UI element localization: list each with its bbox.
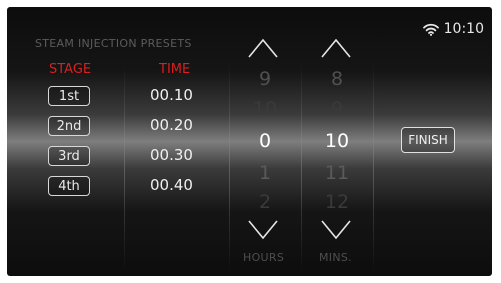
stage-button-3rd[interactable]: 3rd bbox=[48, 146, 90, 166]
column-divider bbox=[124, 62, 125, 272]
mins-value-selected[interactable]: 10 bbox=[317, 130, 357, 152]
finish-button[interactable]: FINISH bbox=[401, 127, 455, 153]
mins-up-chevron-icon[interactable] bbox=[321, 37, 351, 59]
hours-value-selected[interactable]: 0 bbox=[245, 130, 285, 152]
stage-column-header: STAGE bbox=[49, 62, 92, 77]
stage-button-2nd[interactable]: 2nd bbox=[48, 116, 90, 136]
wifi-icon bbox=[422, 23, 439, 36]
page-title: STEAM INJECTION PRESETS bbox=[35, 37, 192, 50]
time-column-header: TIME bbox=[159, 62, 191, 77]
mins-value-prev2: 8 bbox=[330, 68, 344, 90]
stage-time-1st[interactable]: 00.10 bbox=[150, 86, 193, 104]
stage-button-4th[interactable]: 4th bbox=[48, 176, 90, 196]
hours-value-next1: 1 bbox=[258, 162, 272, 184]
mins-down-chevron-icon[interactable] bbox=[321, 219, 351, 241]
hours-up-chevron-icon[interactable] bbox=[248, 37, 278, 59]
status-bar: 10:10 bbox=[422, 21, 484, 37]
stage-time-4th[interactable]: 00.40 bbox=[150, 176, 193, 194]
hours-value-next2: 2 bbox=[258, 191, 272, 213]
stage-time-2nd[interactable]: 00.20 bbox=[150, 116, 193, 134]
column-divider bbox=[373, 62, 374, 272]
device-screen: STEAM INJECTION PRESETS 10:10 STAGE TIME… bbox=[7, 7, 492, 276]
mins-label: MINS. bbox=[319, 251, 352, 264]
hours-value-prev1: 10 bbox=[252, 98, 278, 120]
hours-value-prev2: 9 bbox=[258, 68, 272, 90]
mins-value-next1: 11 bbox=[324, 162, 350, 184]
clock-time: 10:10 bbox=[443, 21, 484, 37]
hours-down-chevron-icon[interactable] bbox=[248, 219, 278, 241]
stage-time-3rd[interactable]: 00.30 bbox=[150, 146, 193, 164]
stage-button-1st[interactable]: 1st bbox=[48, 86, 90, 106]
mins-value-next2: 12 bbox=[324, 191, 350, 213]
column-divider bbox=[301, 62, 302, 272]
column-divider bbox=[229, 62, 230, 272]
mins-value-prev1: 9 bbox=[330, 98, 344, 120]
hours-label: HOURS bbox=[243, 251, 285, 264]
